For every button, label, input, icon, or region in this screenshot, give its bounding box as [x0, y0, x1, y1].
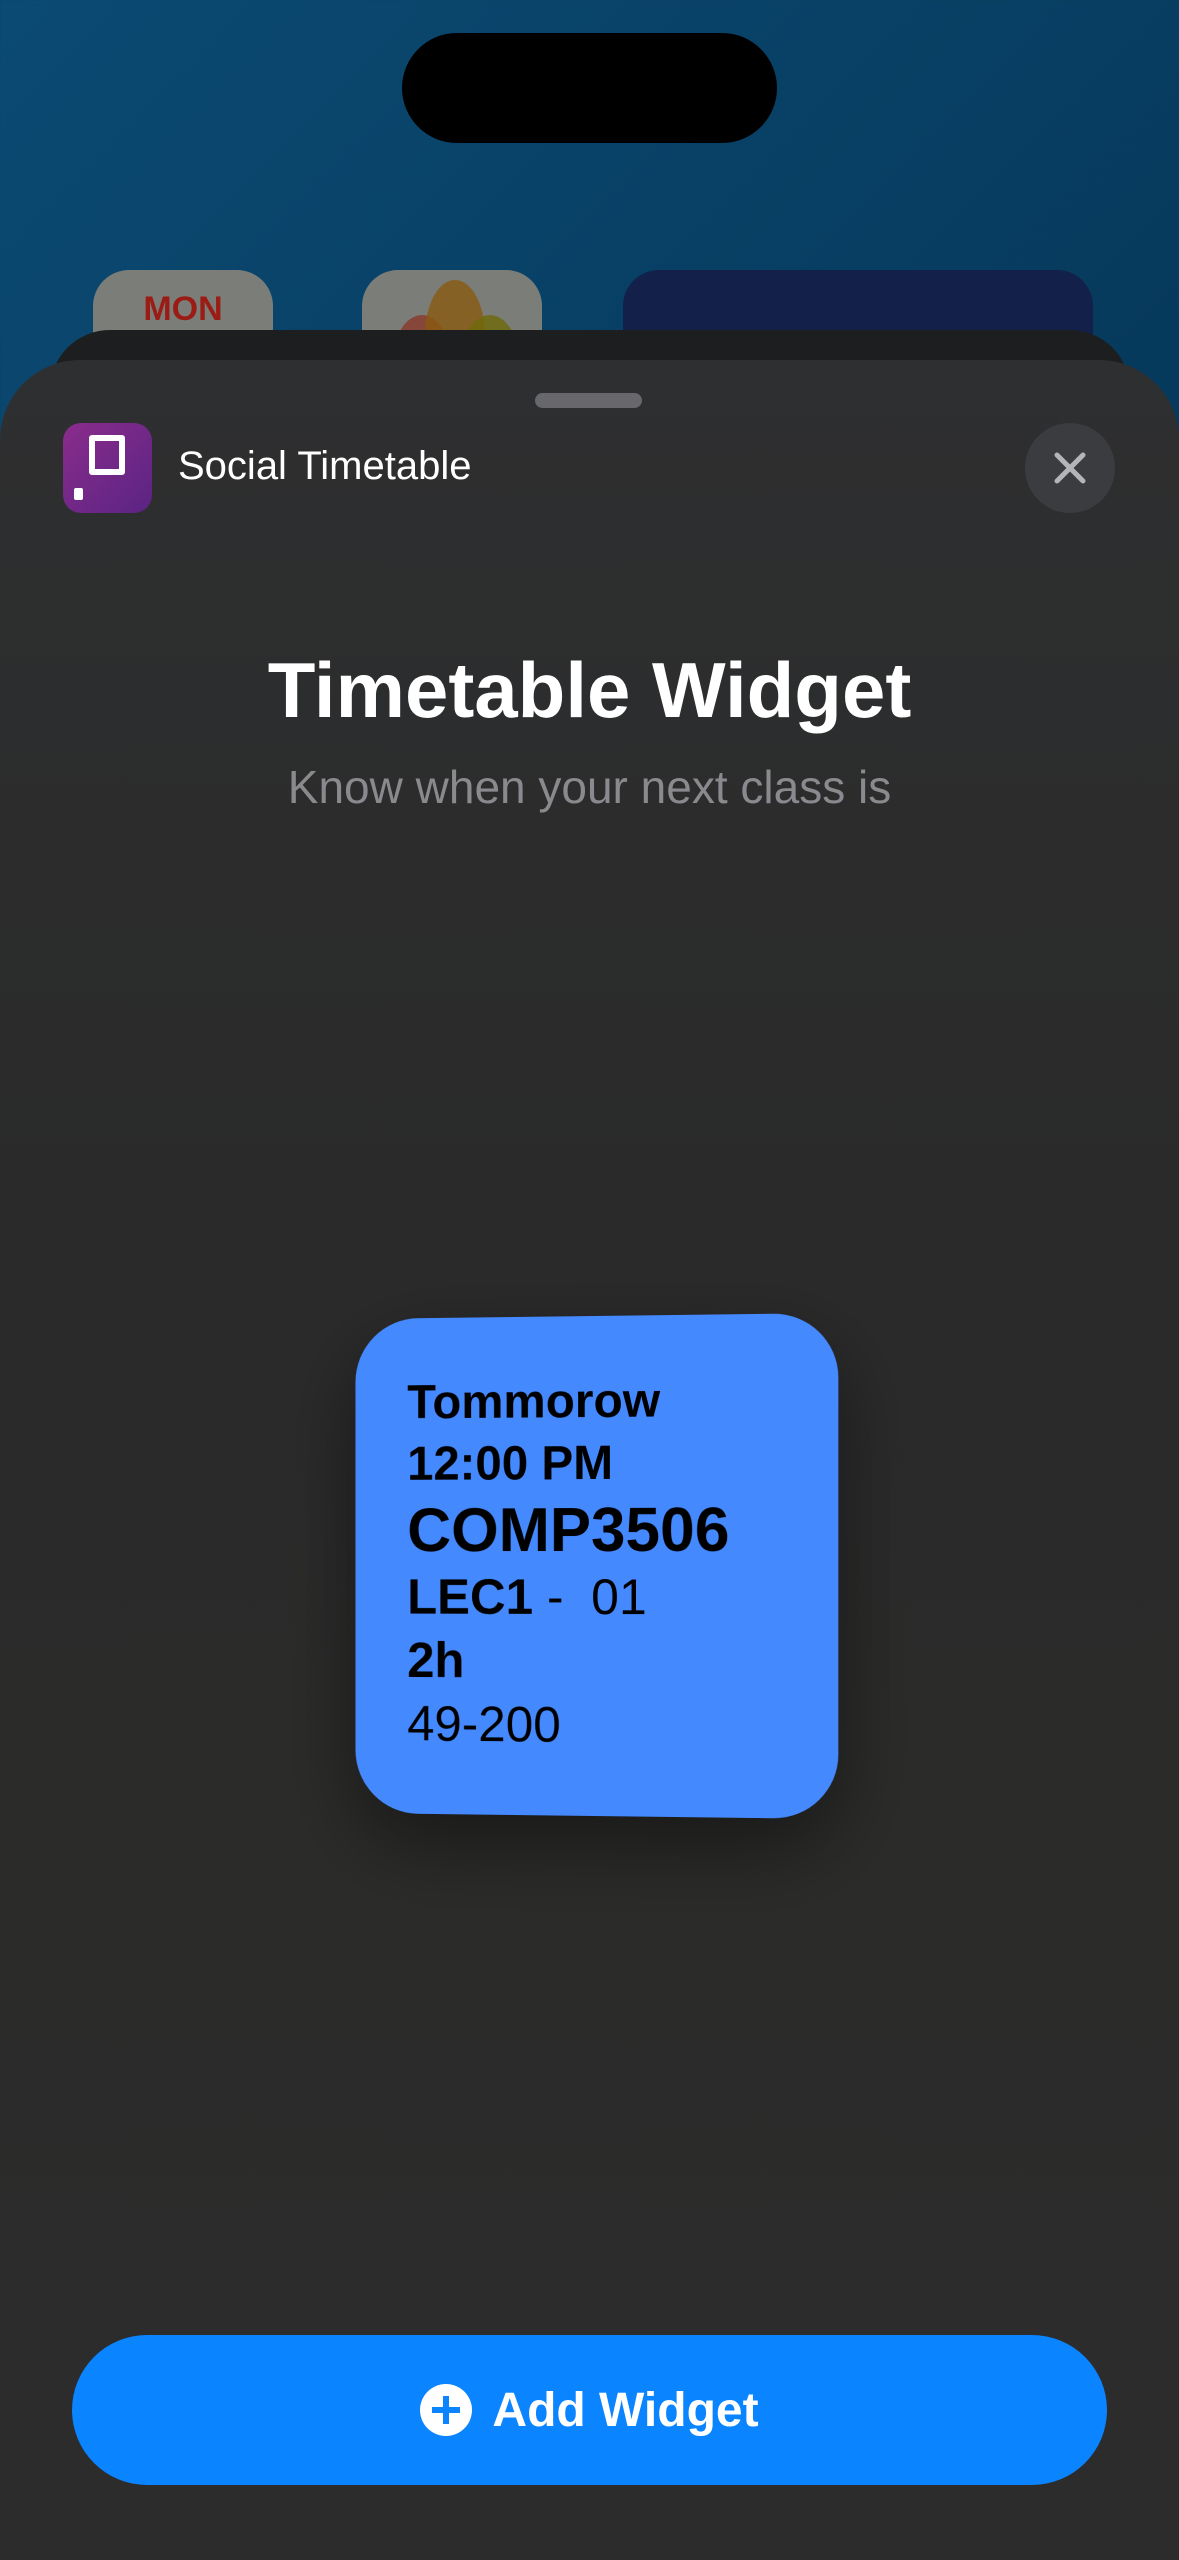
- close-button[interactable]: [1025, 423, 1115, 513]
- sheet-grabber[interactable]: [535, 393, 642, 408]
- calendar-day-label: MON: [143, 290, 223, 328]
- add-widget-label: Add Widget: [492, 2383, 759, 2437]
- widget-activity-row: LEC1 - 01: [407, 1568, 838, 1626]
- widget-day: Tommorow: [407, 1374, 661, 1430]
- close-icon: [1054, 452, 1086, 484]
- widget-activity: LEC1: [407, 1568, 534, 1625]
- dynamic-island: [402, 33, 777, 143]
- add-widget-button[interactable]: Add Widget: [72, 2335, 1107, 2485]
- page-title: Timetable Widget: [267, 646, 912, 734]
- widget-location: 49-200: [407, 1695, 561, 1753]
- widget-duration: 2h: [407, 1632, 465, 1689]
- widget-separator: -: [533, 1568, 592, 1625]
- app-name: Social Timetable: [178, 444, 472, 488]
- widget-course: COMP3506: [407, 1495, 730, 1566]
- widget-time: 12:00 PM: [407, 1436, 614, 1491]
- widget-group: 01: [591, 1568, 647, 1626]
- app-icon: [63, 423, 152, 513]
- timetable-widget-preview[interactable]: Tommorow 12:00 PM COMP3506 LEC1 - 01 2h …: [355, 1312, 839, 1820]
- plus-circle-icon: [420, 2384, 473, 2436]
- page-subtitle: Know when your next class is: [287, 761, 892, 813]
